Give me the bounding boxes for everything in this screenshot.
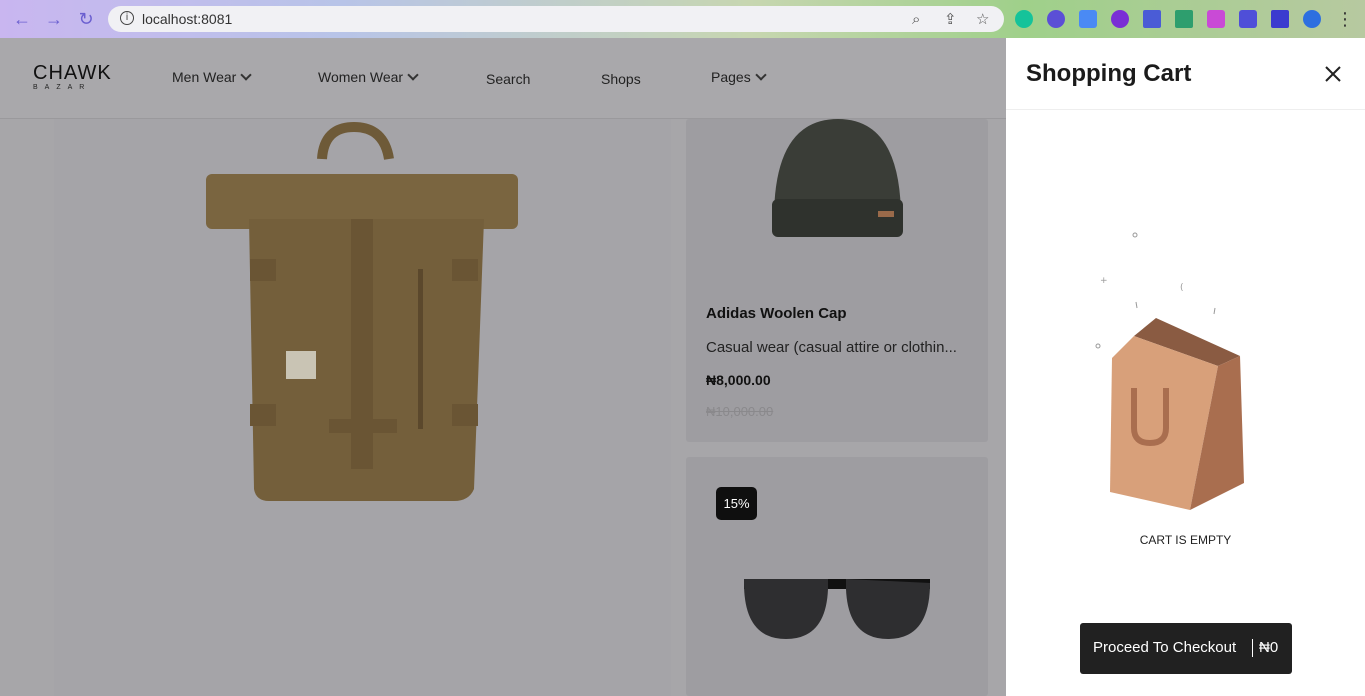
logo[interactable]: CHAWK BAZAR bbox=[33, 63, 112, 91]
zoom-icon[interactable]: ⌕ bbox=[912, 10, 920, 28]
chevron-down-icon bbox=[407, 69, 419, 81]
ghost-extension-icon[interactable] bbox=[1047, 10, 1065, 28]
nav-label: Women Wear bbox=[318, 69, 404, 85]
site-info-icon[interactable]: i bbox=[120, 11, 134, 25]
color-extension-icon[interactable] bbox=[1207, 10, 1225, 28]
puzzle-extensions-icon[interactable] bbox=[1239, 10, 1257, 28]
browser-toolbar: ← → ↻ i localhost:8081 ⌕ ⇪ ☆ ⋮ bbox=[0, 0, 1365, 38]
checkout-divider bbox=[1252, 639, 1253, 657]
vue-extension-icon[interactable] bbox=[1175, 10, 1193, 28]
site-header: CHAWK BAZAR Men Wear Women Wear Search S… bbox=[0, 38, 1006, 119]
drawer-divider bbox=[1006, 109, 1365, 110]
discount-badge: 15% bbox=[716, 487, 757, 520]
profile-avatar[interactable] bbox=[1303, 10, 1321, 28]
backpack-image bbox=[206, 121, 518, 501]
nav-men-wear[interactable]: Men Wear bbox=[172, 69, 252, 85]
close-icon[interactable] bbox=[1322, 63, 1344, 85]
svg-text:+: + bbox=[1100, 276, 1108, 286]
logo-sub-text: BAZAR bbox=[33, 84, 92, 91]
nav-label: Search bbox=[486, 71, 531, 87]
nav-women-wear[interactable]: Women Wear bbox=[318, 69, 419, 85]
proceed-to-checkout-button[interactable]: Proceed To Checkout ₦0 bbox=[1080, 623, 1292, 674]
nav-pages[interactable]: Pages bbox=[711, 69, 767, 85]
woolen-cap-image bbox=[772, 119, 903, 237]
chevron-down-icon bbox=[240, 69, 252, 81]
url-text[interactable]: localhost:8081 bbox=[142, 11, 232, 27]
colorpick-extension-icon[interactable] bbox=[1111, 10, 1129, 28]
share-icon[interactable]: ⇪ bbox=[944, 10, 957, 28]
checkout-label: Proceed To Checkout bbox=[1093, 639, 1237, 656]
chevron-down-icon bbox=[755, 69, 767, 81]
tab-extension-icon[interactable] bbox=[1079, 10, 1097, 28]
nav-shops[interactable]: Shops bbox=[601, 71, 641, 87]
reload-icon[interactable]: ↻ bbox=[76, 9, 96, 29]
cart-total: ₦0 bbox=[1259, 639, 1279, 656]
nav-label: Men Wear bbox=[172, 69, 237, 85]
bookmark-star-icon[interactable]: ☆ bbox=[976, 10, 989, 28]
hero-product-card[interactable] bbox=[54, 119, 671, 696]
drawer-title: Shopping Cart bbox=[1026, 60, 1192, 87]
nav-label: Shops bbox=[601, 71, 641, 87]
shopping-cart-drawer: Shopping Cart + ( CART IS EMPTY Proceed … bbox=[1006, 38, 1365, 696]
sidebar-toggle-icon[interactable] bbox=[1271, 10, 1289, 28]
back-arrow-icon[interactable]: ← bbox=[12, 9, 32, 29]
product-description: Casual wear (casual attire or clothin... bbox=[706, 339, 957, 356]
product-old-price: ₦10,000.00 bbox=[706, 404, 774, 419]
logo-main-text: CHAWK bbox=[33, 62, 112, 84]
cart-empty-text: CART IS EMPTY bbox=[1139, 533, 1232, 547]
vite-extension-icon[interactable] bbox=[1143, 10, 1161, 28]
nav-search[interactable]: Search bbox=[486, 71, 530, 87]
address-bar[interactable]: i localhost:8081 ⌕ ⇪ ☆ bbox=[108, 6, 1004, 32]
svg-text:(: ( bbox=[1180, 283, 1184, 293]
forward-arrow-icon[interactable]: → bbox=[44, 9, 64, 29]
nav-label: Pages bbox=[711, 69, 751, 85]
product-card-cap[interactable] bbox=[686, 119, 988, 442]
empty-bag-illustration: + ( bbox=[1095, 232, 1244, 510]
product-price: ₦8,000.00 bbox=[706, 372, 771, 388]
browser-menu-icon[interactable]: ⋮ bbox=[1335, 9, 1355, 29]
grammarly-extension-icon[interactable] bbox=[1015, 10, 1033, 28]
product-title[interactable]: Adidas Woolen Cap bbox=[706, 305, 847, 322]
